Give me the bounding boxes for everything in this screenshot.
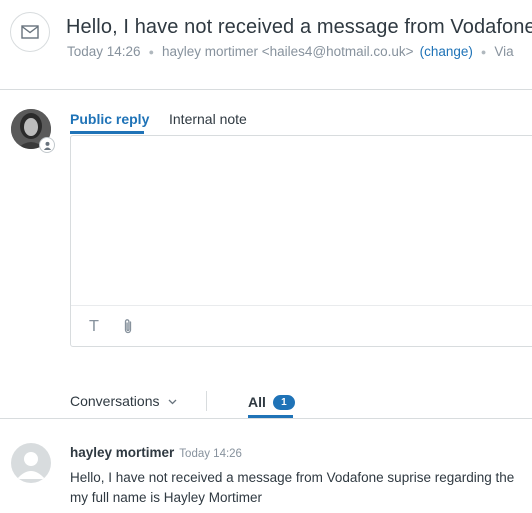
message-author: hayley mortimer <box>70 445 175 460</box>
message-body-line: Hello, I have not received a message fro… <box>70 470 515 485</box>
message-header: hayley mortimer Today 14:26 <box>70 445 242 460</box>
editor-toolbar-divider <box>71 305 532 306</box>
separator-dot: ● <box>148 46 154 57</box>
email-channel-icon <box>10 12 50 52</box>
chevron-down-icon <box>168 399 176 405</box>
tab-public-reply[interactable]: Public reply <box>70 111 149 127</box>
paperclip-icon[interactable] <box>118 316 138 336</box>
reply-editor[interactable] <box>70 135 532 347</box>
message-body-line: my full name is Hayley Mortimer <box>70 490 263 505</box>
separator-dot: ● <box>480 46 487 57</box>
filter-separator <box>206 391 207 411</box>
ticket-subject: Hello, I have not received a message fro… <box>66 16 532 38</box>
conversations-filter-label: Conversations <box>70 393 160 409</box>
all-tab-label: All <box>248 394 266 410</box>
ticket-time: Today 14:26 <box>67 44 141 59</box>
conversation-count-badge: 1 <box>272 394 295 410</box>
ticket-meta: Today 14:26 ● hayley mortimer <hailes4@h… <box>67 44 514 59</box>
header-divider <box>0 89 532 90</box>
conversations-filter-dropdown[interactable]: Conversations <box>70 393 177 409</box>
message-time: Today 14:26 <box>179 448 242 460</box>
agent-role-icon <box>39 137 55 153</box>
requester: hayley mortimer <hailes4@hotmail.co.uk> <box>162 44 414 59</box>
tab-all-conversations[interactable]: All 1 <box>248 394 295 410</box>
tab-internal-note[interactable]: Internal note <box>169 111 247 127</box>
active-tab-indicator <box>70 131 144 134</box>
conversation-divider <box>0 418 532 419</box>
text-format-icon[interactable]: T <box>84 316 104 336</box>
via-label: Via <box>494 44 514 59</box>
change-requester-link[interactable]: (change) <box>420 44 473 59</box>
user-avatar-icon <box>11 443 51 483</box>
